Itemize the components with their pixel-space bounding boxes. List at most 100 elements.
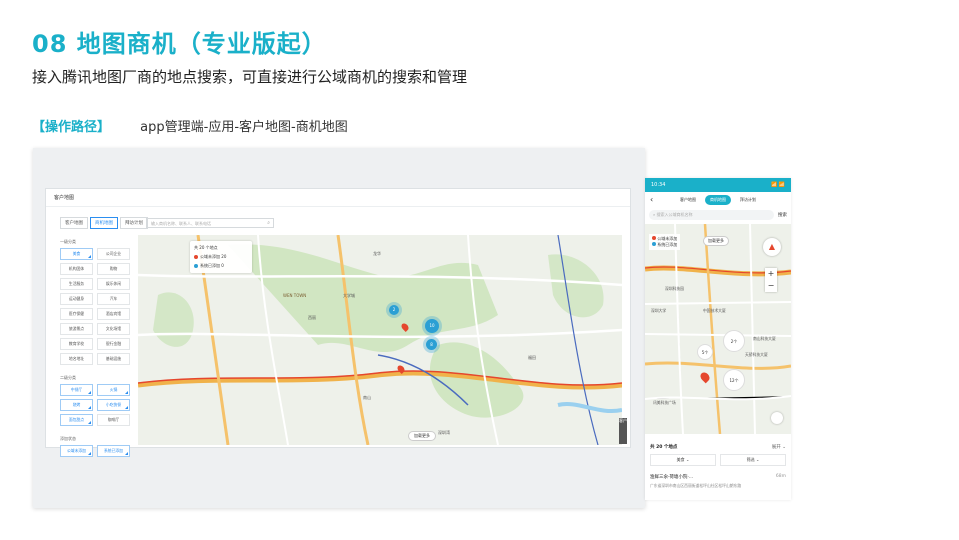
phone-search-placeholder: 搜索入公域商机名称 [656, 212, 693, 217]
map-place-label: WEN TOWN [283, 293, 307, 298]
red-marker-icon [194, 255, 198, 259]
zoom-out-button[interactable]: − [765, 280, 777, 292]
red-marker-icon [652, 236, 656, 240]
compass-icon[interactable]: ▲ [763, 238, 781, 256]
operation-path: 【操作路径】 app管理端-应用-客户地图-商机地图 [32, 116, 348, 135]
list-item-distance: 68m [775, 474, 786, 479]
filter-chip[interactable]: 地名地址 [60, 353, 93, 365]
side-tab[interactable]: 客户 [619, 418, 627, 444]
filter-chip[interactable]: 运动健身 [60, 293, 93, 305]
operation-path-label: 【操作路径】 [32, 120, 111, 135]
cluster-count: 5个 [701, 350, 709, 355]
tab-customer-map[interactable]: 客户地图 [60, 217, 88, 229]
phone-tab-visit-plan[interactable]: 拜访计划 [735, 195, 761, 205]
map-place-label: 深圳大学 [651, 308, 667, 313]
filter-group-primary: 美食 公司企业 机构团体 购物 生活服务 娱乐休闲 运动健身 汽车 医疗保健 酒… [60, 248, 130, 365]
map-place-label: 南山科技大厦 [753, 336, 776, 341]
map-place-label: 深圳湾 [438, 430, 450, 435]
filter-chip[interactable]: 酒店宾馆 [97, 308, 130, 320]
map-cluster[interactable]: 2 [389, 305, 399, 315]
locate-icon[interactable] [771, 412, 783, 424]
filter-chip[interactable]: 公司企业 [97, 248, 130, 260]
cluster-count: 2个 [730, 339, 738, 344]
phone-filter-category[interactable]: 美食 ⌄ [650, 454, 716, 466]
filter-chip[interactable]: 文化场馆 [97, 323, 130, 335]
phone-tab-customer-map[interactable]: 客户地图 [675, 195, 701, 205]
legend-row-added: 系统已添加 0 [194, 263, 248, 269]
phone-tab-opportunity-map[interactable]: 商机地图 [705, 195, 731, 205]
filter-chip[interactable]: 汽车 [97, 293, 130, 305]
filter-chip[interactable]: 公域未添加 [60, 445, 93, 457]
page-title: 08 地图商机（专业版起） [32, 30, 327, 58]
zoom-in-button[interactable]: + [765, 268, 777, 280]
filter-chip[interactable]: 教育学校 [60, 338, 93, 350]
filter-chip[interactable]: 面包甜点 [60, 414, 93, 426]
map-cluster[interactable]: 10 [425, 319, 439, 333]
list-item[interactable]: 渔鲜三氽·荷塘小院·... 68m 广东省深圳市南山区西丽街道松坪山社区松坪山朗… [645, 466, 791, 489]
signal-icon: 📶 📶 [770, 182, 785, 188]
phone-cluster[interactable]: 2个 [723, 330, 745, 352]
legend-row-unadded: 公域未添加 20 [194, 254, 248, 260]
desktop-page-title: 客户地图 [46, 189, 630, 207]
map-place-label: 龙华 [373, 251, 381, 256]
desktop-search-input[interactable]: 输入商机名称、联系人、联系电话 ⌕ [146, 218, 274, 228]
map-place-label: 大学城 [343, 293, 355, 298]
filter-chip[interactable]: 中餐厅 [60, 384, 93, 396]
legend-label: 公域未添加 [657, 236, 678, 241]
tab-opportunity-map[interactable]: 商机地图 [90, 217, 118, 229]
search-icon[interactable]: ⌕ [267, 220, 270, 226]
filter-chip[interactable]: 旅游景点 [60, 323, 93, 335]
map-place-label: 中国技术大厦 [703, 308, 726, 313]
phone-search-button[interactable]: 搜索 [778, 212, 787, 218]
filter-chip[interactable]: 咖啡厅 [97, 414, 130, 426]
phone-tabs: ‹ 客户地图 商机地图 拜访计划 [645, 192, 791, 208]
blue-marker-icon [652, 242, 656, 246]
cluster-count: 12个 [729, 378, 739, 383]
load-more-button[interactable]: 加载更多 [408, 431, 436, 441]
phone-status-bar: 10:34 📶 📶 [645, 178, 791, 192]
expand-button[interactable]: 展开 ⌄ [772, 444, 786, 450]
phone-load-more-button[interactable]: 加载更多 [703, 236, 729, 246]
blue-marker-icon [194, 264, 198, 268]
phone-zoom-control: + − [765, 268, 777, 292]
desktop-app-window: 客户地图 客户地图 商机地图 拜访计划 输入商机名称、联系人、联系电话 ⌕ 一级… [45, 188, 631, 457]
operation-path-value: app管理端-应用-客户地图-商机地图 [140, 120, 348, 135]
filter-group-status: 公域未添加 系统已添加 [60, 445, 130, 457]
map-cluster[interactable]: 8 [426, 339, 437, 350]
filter-chip[interactable]: 医疗保健 [60, 308, 93, 320]
phone-search-row: ⌕ 搜索入公域商机名称 搜索 [645, 208, 791, 222]
page-subtitle: 接入腾讯地图厂商的地点搜索，可直接进行公域商机的搜索和管理 [32, 68, 468, 86]
phone-cluster[interactable]: 5个 [697, 344, 713, 360]
legend-label: 公域未添加 20 [200, 254, 227, 259]
phone-cluster[interactable]: 12个 [723, 369, 745, 391]
filter-chip[interactable]: 银行金融 [97, 338, 130, 350]
back-icon[interactable]: ‹ [650, 195, 653, 204]
map-legend-title: 共 20 个地点 [194, 245, 218, 250]
list-item-title: 渔鲜三氽·荷塘小院·... [650, 475, 694, 480]
filter-chip[interactable]: 机构团体 [60, 263, 93, 275]
phone-filter-row: 美食 ⌄ 筛选 ⌄ [645, 454, 791, 466]
legend-row-added: 系统已添加 [652, 242, 677, 248]
map-place-label: 深圳科技园 [665, 286, 684, 291]
filter-chip[interactable]: 购物 [97, 263, 130, 275]
filter-chip[interactable]: 小吃快餐 [97, 399, 130, 411]
filter-chip[interactable]: 基础设施 [97, 353, 130, 365]
desktop-map[interactable]: 共 20 个地点 公域未添加 20 系统已添加 0 + − ▲ 2 [138, 235, 622, 445]
list-item-address: 广东省深圳市南山区西丽街道松坪山社区松坪山朗东路 [650, 483, 742, 488]
map-place-label: 天骄科技大厦 [745, 352, 768, 357]
map-place-label: 西丽 [308, 315, 316, 320]
phone-map[interactable]: 公域未添加 系统已添加 加载更多 ▲ + − 2个 5个 12个 深圳大学 中国… [645, 224, 791, 434]
filter-chip[interactable]: 烧烤 [60, 399, 93, 411]
filter-chip[interactable]: 生活服务 [60, 278, 93, 290]
phone-filter-screen[interactable]: 筛选 ⌄ [720, 454, 786, 466]
filter-chip[interactable]: 火锅 [97, 384, 130, 396]
filter-chip[interactable]: 系统已添加 [97, 445, 130, 457]
desktop-search-placeholder: 输入商机名称、联系人、联系电话 [151, 221, 211, 226]
chevron-down-icon: ⌄ [755, 457, 760, 462]
filter-chip[interactable]: 美食 [60, 248, 93, 260]
slide: 08 地图商机（专业版起） 接入腾讯地图厂商的地点搜索，可直接进行公域商机的搜索… [0, 0, 959, 540]
filter-group-title: 添加状态 [60, 436, 76, 441]
phone-search-input[interactable]: ⌕ 搜索入公域商机名称 [649, 210, 774, 220]
filter-chip[interactable]: 娱乐休闲 [97, 278, 130, 290]
tab-visit-plan[interactable]: 拜访计划 [120, 217, 148, 229]
